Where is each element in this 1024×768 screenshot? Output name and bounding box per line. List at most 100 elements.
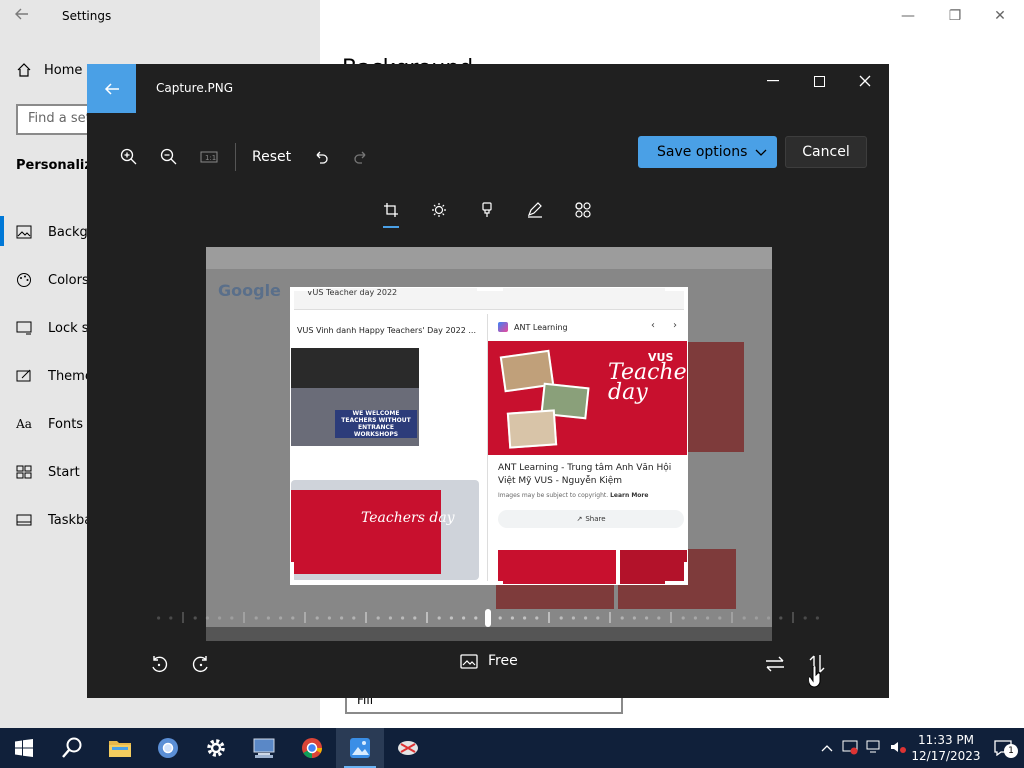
- lock-screen-icon: [16, 320, 32, 336]
- snipping-tool-button[interactable]: [384, 728, 432, 768]
- restore-icon[interactable]: ❐: [945, 8, 965, 24]
- crop-handle-top-right[interactable]: [684, 288, 687, 310]
- chrome-canary-button[interactable]: [144, 728, 192, 768]
- tab-markup[interactable]: [515, 194, 555, 226]
- crop-handle-bottom-left[interactable]: [291, 581, 313, 584]
- settings-taskbar-button[interactable]: [192, 728, 240, 768]
- chevron-left-icon: ‹: [651, 320, 655, 331]
- teachers-day-text: Teachers day: [608, 360, 687, 405]
- save-options-button[interactable]: Save options: [638, 136, 777, 168]
- ruler-tick: [706, 616, 710, 620]
- flip-horizontal-icon: [766, 656, 784, 672]
- ruler-tick: [254, 616, 258, 620]
- back-arrow-icon[interactable]: [14, 6, 34, 26]
- crop-handle-bottom-right[interactable]: [684, 562, 687, 584]
- zoom-in-button[interactable]: [109, 141, 149, 173]
- ruler-tick: [449, 616, 453, 620]
- defender-icon[interactable]: [838, 739, 862, 758]
- home-label: Home: [44, 62, 83, 78]
- back-arrow-icon: [104, 82, 119, 95]
- clock[interactable]: 11:33 PM 12/17/2023: [910, 732, 982, 764]
- search-button[interactable]: [48, 728, 96, 768]
- crop-handle-bottom-left[interactable]: [291, 562, 294, 584]
- ruler-tick: [315, 616, 319, 620]
- ruler-tick: [193, 616, 197, 620]
- rotation-slider[interactable]: [147, 609, 829, 627]
- svg-text:1:1: 1:1: [205, 154, 216, 162]
- ruler-tick: [230, 616, 234, 620]
- start-button[interactable]: [0, 728, 48, 768]
- editor-back-button[interactable]: [87, 64, 136, 113]
- panel-title: ANT Learning - Trung tâm Anh Văn Hội Việ…: [498, 463, 672, 486]
- panel-nav: ‹ ›: [651, 320, 677, 331]
- ant-learning-logo: [498, 322, 508, 332]
- crop-handle-top-left[interactable]: [291, 288, 294, 310]
- editor-minimize-icon[interactable]: [761, 72, 785, 90]
- ruler-tick: [693, 616, 698, 620]
- computer-icon: [253, 738, 275, 758]
- crop-handle-top-left[interactable]: [291, 288, 313, 291]
- editor-close-icon[interactable]: [853, 72, 877, 90]
- reset-button[interactable]: Reset: [242, 149, 301, 165]
- chevron-up-icon[interactable]: [816, 741, 838, 755]
- actual-size-button[interactable]: 1:1: [189, 141, 229, 173]
- tab-filter[interactable]: [467, 194, 507, 226]
- ruler-tick: [266, 616, 270, 620]
- minimize-icon[interactable]: —: [898, 8, 918, 24]
- chrome-button[interactable]: [288, 728, 336, 768]
- photos-button[interactable]: [336, 728, 384, 768]
- clock-date: 12/17/2023: [911, 749, 981, 763]
- ruler-tick: [388, 616, 392, 620]
- file-explorer-button[interactable]: [96, 728, 144, 768]
- ruler-tick: [510, 616, 514, 620]
- ruler-tick: [645, 616, 649, 620]
- settings-home[interactable]: Home: [16, 62, 82, 78]
- crop-header: VUS Teacher day 2022: [291, 288, 687, 310]
- home-icon: [16, 62, 32, 78]
- ruler-tick: [803, 616, 807, 620]
- rotate-left-button[interactable]: [145, 650, 173, 678]
- flip-horizontal-button[interactable]: [761, 650, 789, 678]
- rotation-slider-thumb[interactable]: [485, 609, 491, 627]
- cancel-button[interactable]: Cancel: [785, 136, 867, 168]
- crop-region[interactable]: VUS Teacher day 2022 VUS Vinh danh Happy…: [290, 287, 688, 585]
- tab-crop[interactable]: [371, 194, 411, 228]
- picture-icon: [16, 224, 32, 240]
- image-canvas[interactable]: Google VUS Teacher day 2022 VUS Vinh dan…: [206, 247, 772, 641]
- volume-muted-icon[interactable]: [886, 740, 910, 757]
- rotate-right-button[interactable]: [187, 650, 215, 678]
- close-icon[interactable]: ✕: [990, 8, 1010, 24]
- tab-retouch[interactable]: [563, 194, 603, 226]
- network-icon[interactable]: [862, 740, 886, 757]
- undo-icon: [316, 151, 328, 164]
- ruler-tick: [291, 616, 295, 620]
- ruler-tick: [559, 616, 563, 620]
- remote-desktop-button[interactable]: [240, 728, 288, 768]
- clock-time: 11:33 PM: [918, 733, 974, 747]
- zoom-out-button[interactable]: [149, 141, 189, 173]
- save-options-label: Save options: [657, 144, 748, 160]
- crop-icon: [384, 203, 398, 217]
- dimmed-image: [686, 342, 744, 452]
- undo-button[interactable]: [301, 141, 341, 173]
- aspect-ratio-icon: [460, 654, 478, 669]
- folder-icon: [109, 741, 131, 757]
- mouse-cursor-icon: [809, 666, 821, 688]
- ruler-tick: [670, 612, 672, 623]
- ruler-tick: [304, 612, 306, 623]
- photos-icon: [350, 738, 370, 758]
- gear-icon: [207, 739, 225, 757]
- crop-handle-top[interactable]: [477, 288, 503, 291]
- teachers-day-banner: [291, 490, 441, 574]
- ruler-tick: [815, 616, 820, 620]
- share-icon: ↗: [576, 515, 583, 523]
- photo-editor-window: Capture.PNG 1:1 Reset Save options Cance…: [87, 64, 889, 698]
- aspect-ratio-button[interactable]: Free: [460, 652, 518, 670]
- tab-adjust[interactable]: [419, 194, 459, 226]
- brightness-icon: [432, 203, 446, 217]
- redo-button[interactable]: [341, 141, 381, 173]
- crop-handle-bottom[interactable]: [477, 581, 503, 584]
- editor-maximize-icon[interactable]: [807, 72, 831, 90]
- themes-icon: [16, 368, 32, 384]
- action-center-button[interactable]: 1: [982, 740, 1024, 758]
